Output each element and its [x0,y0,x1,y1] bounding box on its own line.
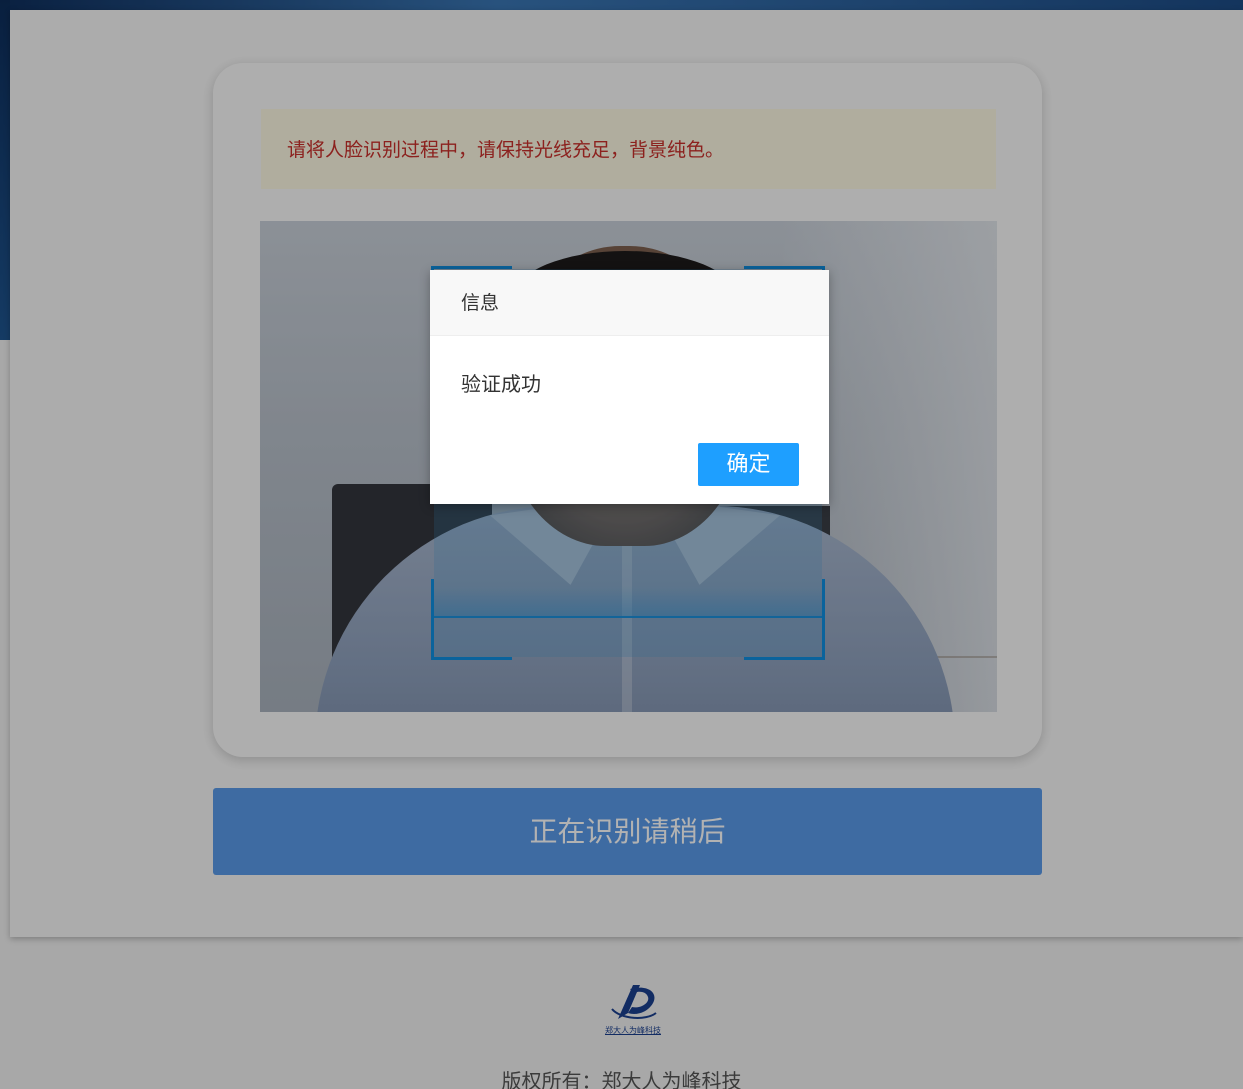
info-dialog: 信息 验证成功 确定 [430,270,829,504]
dialog-title: 信息 [461,292,500,314]
page: 请将人脸识别过程中，请保持光线充足，背景纯色。 正在识别请稍后 郑大人为峰科技 [0,0,1243,1089]
dialog-message: 验证成功 [461,372,541,396]
dialog-header: 信息 [430,270,829,336]
dialog-ok-button[interactable]: 确定 [698,443,799,486]
modal-overlay[interactable] [0,0,1243,1089]
